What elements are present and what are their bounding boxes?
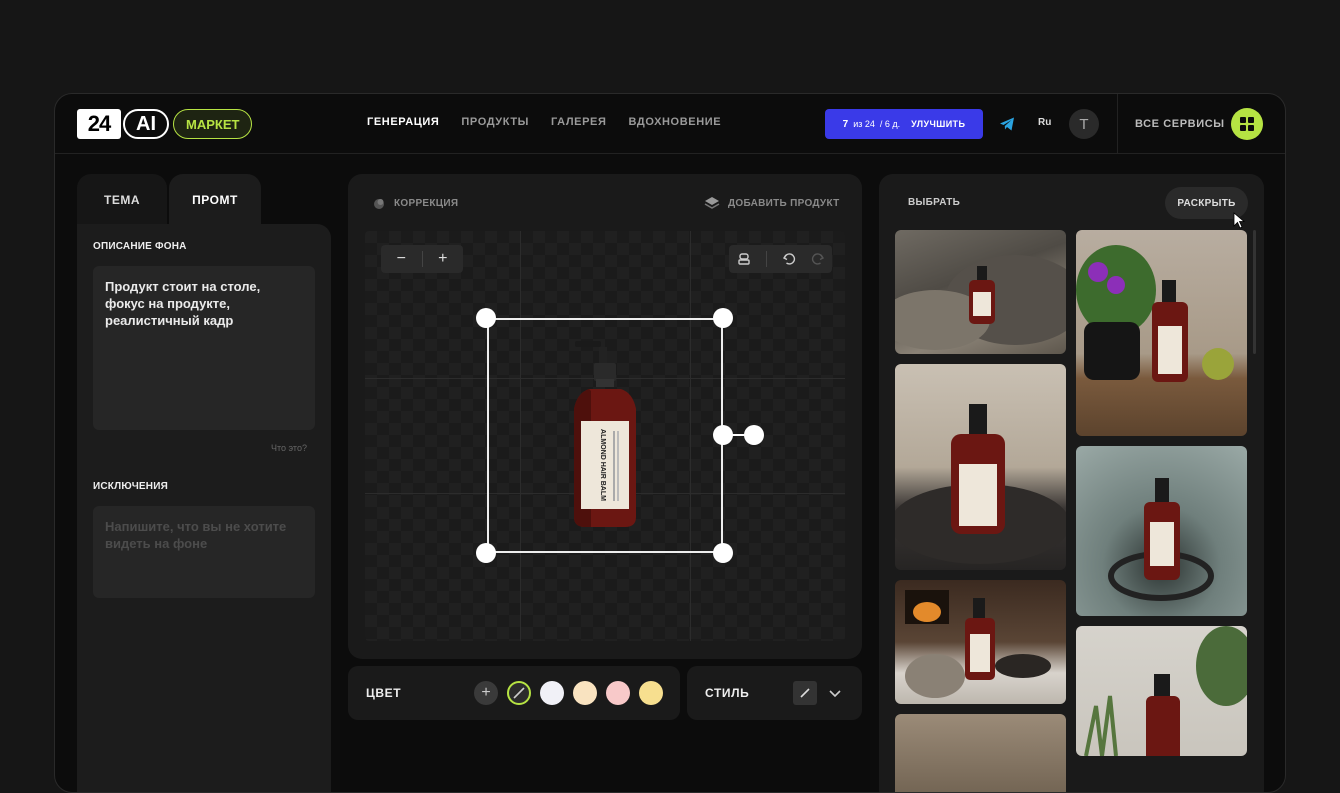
- gallery-image[interactable]: [895, 230, 1066, 354]
- color-swatch[interactable]: [606, 681, 630, 705]
- left-tabs: ТЕМА ПРОМТ: [77, 174, 331, 226]
- rotate-handle[interactable]: [744, 425, 764, 445]
- color-bar: ЦВЕТ +: [348, 666, 680, 720]
- gallery-scene: [1076, 245, 1234, 382]
- gallery-scene: [1084, 626, 1247, 756]
- header-divider: [1117, 94, 1118, 154]
- logo-ai: AI: [123, 109, 169, 139]
- select-label[interactable]: ВЫБРАТЬ: [908, 197, 960, 208]
- logo-24: 24: [77, 109, 121, 139]
- zoom-controls: − +: [381, 245, 463, 273]
- limit-of: из 24: [853, 119, 875, 129]
- editor-stage[interactable]: − + ALMOND HAIR BALM: [365, 231, 845, 641]
- app-window: 24 AI МАРКЕТ ГЕНЕРАЦИЯ ПРОДУКТЫ ГАЛЕРЕЯ …: [54, 93, 1286, 793]
- telegram-icon[interactable]: [999, 116, 1015, 132]
- bg-description-input[interactable]: Продукт стоит на столе, фокус на продукт…: [93, 266, 315, 430]
- logo-market-badge[interactable]: МАРКЕТ: [173, 109, 253, 139]
- header: 24 AI МАРКЕТ ГЕНЕРАЦИЯ ПРОДУКТЫ ГАЛЕРЕЯ …: [55, 94, 1285, 154]
- undo-icon[interactable]: [782, 252, 796, 266]
- gallery-image[interactable]: [895, 714, 1066, 792]
- gallery-scrollbar[interactable]: [1253, 230, 1256, 354]
- color-swatch[interactable]: [573, 681, 597, 705]
- correction-button[interactable]: КОРРЕКЦИЯ: [372, 196, 458, 210]
- style-bar: СТИЛЬ: [687, 666, 862, 720]
- avatar[interactable]: T: [1069, 109, 1099, 139]
- style-label: СТИЛЬ: [705, 686, 750, 700]
- style-none-button[interactable]: [793, 681, 817, 705]
- limit-count: 7: [842, 118, 849, 130]
- zoom-out-button[interactable]: −: [381, 250, 422, 268]
- exclusions-input[interactable]: Напишите, что вы не хотите видеть на фон…: [93, 506, 315, 598]
- gallery-image[interactable]: [895, 580, 1066, 704]
- layers-icon: [704, 197, 720, 209]
- stamp-icon[interactable]: [737, 252, 751, 266]
- slash-icon: [800, 688, 810, 698]
- chevron-down-icon[interactable]: [829, 687, 841, 699]
- nav-gallery[interactable]: ГАЛЕРЕЯ: [551, 116, 606, 128]
- services-grid-button[interactable]: [1231, 108, 1263, 140]
- resize-handle-top-left[interactable]: [476, 308, 496, 328]
- all-services-link[interactable]: ВСЕ СЕРВИСЫ: [1135, 118, 1225, 130]
- upgrade-label: УЛУЧШИТЬ: [911, 119, 966, 129]
- history-tools: [729, 245, 832, 273]
- canvas-panel: КОРРЕКЦИЯ ДОБАВИТЬ ПРОДУКТ − + ALMOND HA…: [348, 174, 862, 659]
- tools-divider: [765, 251, 767, 267]
- zoom-in-button[interactable]: +: [422, 250, 463, 268]
- generation-limit-button[interactable]: 7 из 24 / 6 д. УЛУЧШИТЬ: [825, 109, 983, 139]
- gallery-scene: [895, 404, 1066, 564]
- language-switch[interactable]: Ru: [1038, 117, 1051, 128]
- rotate-handle-stem: [731, 434, 745, 436]
- selection-box[interactable]: [487, 318, 723, 553]
- nav-inspiration[interactable]: ВДОХНОВЕНИЕ: [629, 116, 722, 128]
- gallery-image[interactable]: [1076, 446, 1247, 616]
- logo[interactable]: 24 AI МАРКЕТ: [77, 108, 253, 140]
- slash-icon: [513, 687, 525, 699]
- gallery-scene: [905, 590, 1051, 698]
- redo-icon[interactable]: [811, 252, 825, 266]
- main-nav: ГЕНЕРАЦИЯ ПРОДУКТЫ ГАЛЕРЕЯ ВДОХНОВЕНИЕ: [367, 116, 721, 128]
- cursor-icon: [1233, 212, 1246, 229]
- gallery-image[interactable]: [895, 364, 1066, 570]
- no-color-swatch[interactable]: [507, 681, 531, 705]
- color-swatch[interactable]: [540, 681, 564, 705]
- gallery-image[interactable]: [1076, 230, 1247, 436]
- gallery-image[interactable]: [1076, 626, 1247, 756]
- correction-icon: [374, 199, 384, 209]
- limit-period: / 6 д.: [879, 119, 901, 129]
- resize-handle-bottom-right[interactable]: [713, 543, 733, 563]
- what-is-link[interactable]: Что это?: [271, 443, 307, 453]
- grid-icon: [1240, 117, 1254, 131]
- resize-handle-top-right[interactable]: [713, 308, 733, 328]
- color-swatch[interactable]: [639, 681, 663, 705]
- add-product-label: ДОБАВИТЬ ПРОДУКТ: [728, 197, 840, 209]
- tab-prompt[interactable]: ПРОМТ: [169, 174, 261, 226]
- bg-description-label: ОПИСАНИЕ ФОНА: [93, 241, 187, 252]
- tab-theme[interactable]: ТЕМА: [77, 174, 167, 226]
- exclusions-label: ИСКЛЮЧЕНИЯ: [93, 481, 169, 492]
- gallery-scene: [895, 255, 1066, 350]
- nav-products[interactable]: ПРОДУКТЫ: [461, 116, 529, 128]
- add-color-button[interactable]: +: [474, 681, 498, 705]
- correction-label: КОРРЕКЦИЯ: [394, 197, 459, 209]
- gallery-scene: [1108, 478, 1214, 601]
- prompt-panel: ОПИСАНИЕ ФОНА Продукт стоит на столе, фо…: [77, 224, 331, 792]
- gallery-panel: ВЫБРАТЬ РАСКРЫТЬ: [879, 174, 1264, 792]
- rotate-handle-anchor[interactable]: [713, 425, 733, 445]
- nav-generation[interactable]: ГЕНЕРАЦИЯ: [367, 116, 439, 128]
- color-label: ЦВЕТ: [366, 686, 402, 700]
- add-product-button[interactable]: ДОБАВИТЬ ПРОДУКТ: [704, 196, 840, 210]
- resize-handle-bottom-left[interactable]: [476, 543, 496, 563]
